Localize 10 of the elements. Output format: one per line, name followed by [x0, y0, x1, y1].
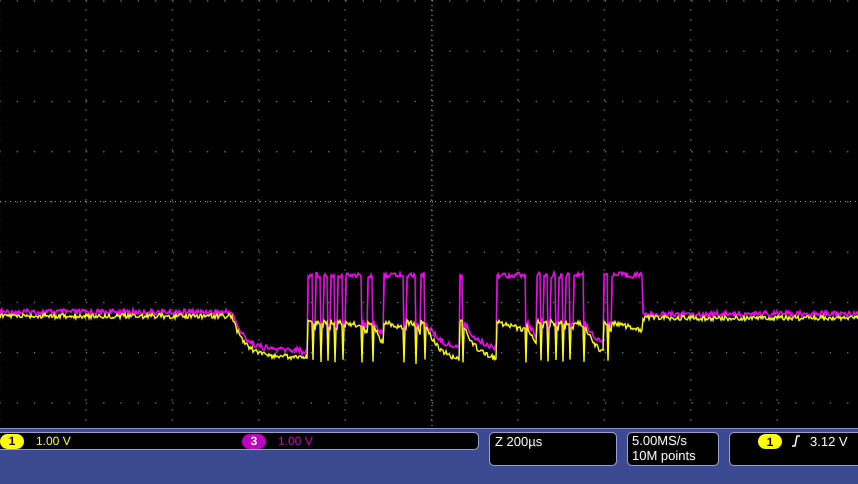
channel-scale: 1.00 V [36, 433, 71, 450]
channel-badge: 1 [758, 434, 782, 449]
record-length: 10M points [632, 448, 697, 463]
channel-scale: 1.00 V [278, 433, 313, 450]
trigger-level: 3.12 V [810, 434, 848, 449]
channel-badge: 3 [242, 434, 266, 448]
rising-edge-icon [792, 435, 800, 447]
sample-rate: 5.00MS/s [632, 433, 688, 448]
timebase-scale: Z 200µs [495, 434, 542, 449]
channel-badge: 1 [0, 434, 24, 448]
